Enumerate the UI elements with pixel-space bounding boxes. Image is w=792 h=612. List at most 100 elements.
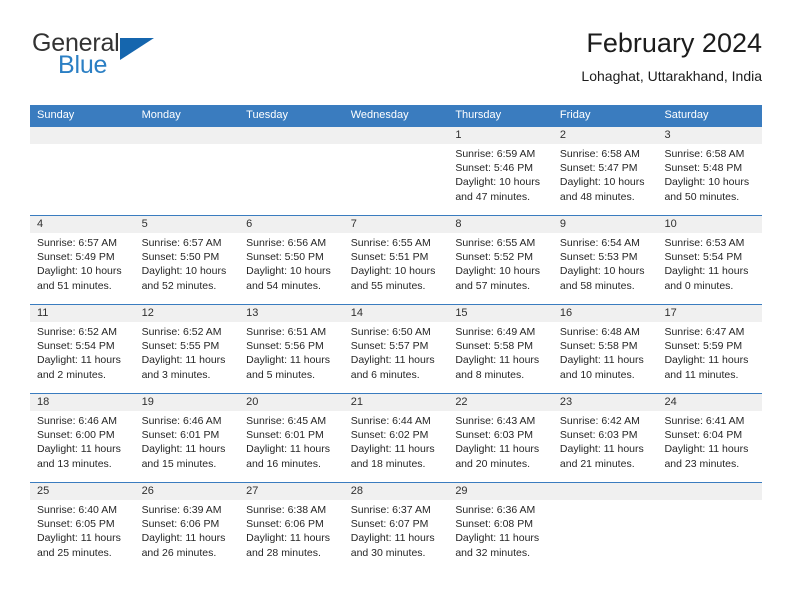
day-number-band: [343, 127, 449, 144]
sunrise-text: Sunrise: 6:38 AM: [246, 504, 327, 516]
day-details: [135, 144, 240, 147]
day-number-band: 10: [657, 216, 763, 233]
day-cell[interactable]: [657, 483, 763, 571]
day-cell[interactable]: [239, 127, 344, 215]
day-details: Sunrise: 6:37 AM Sunset: 6:07 PM Dayligh…: [344, 500, 449, 560]
page-header: General Blue February 2024 Lohaghat, Utt…: [30, 26, 762, 100]
day-number-band: [239, 127, 344, 144]
day-cell[interactable]: 28 Sunrise: 6:37 AM Sunset: 6:07 PM Dayl…: [343, 483, 449, 571]
day-number-band: 26: [134, 483, 240, 500]
day-number-band: 8: [448, 216, 553, 233]
day-cell[interactable]: 10 Sunrise: 6:53 AM Sunset: 5:54 PM Dayl…: [657, 216, 763, 304]
day-number-band: 1: [448, 127, 553, 144]
daylight-text-line1: Daylight: 10 hours: [559, 265, 645, 278]
daylight-text-line2: and 16 minutes.: [246, 457, 321, 470]
day-cell[interactable]: [30, 127, 135, 215]
general-blue-logo[interactable]: General Blue: [30, 30, 250, 90]
day-number: 17: [664, 307, 677, 319]
daylight-text-line1: Daylight: 11 hours: [664, 443, 749, 456]
daylight-text-line1: Daylight: 11 hours: [141, 354, 226, 367]
day-number: 13: [246, 307, 259, 319]
sunrise-text: Sunrise: 6:55 AM: [350, 237, 431, 249]
day-cell[interactable]: 25 Sunrise: 6:40 AM Sunset: 6:05 PM Dayl…: [30, 483, 135, 571]
day-cell[interactable]: 13 Sunrise: 6:51 AM Sunset: 5:56 PM Dayl…: [239, 305, 344, 393]
day-number: 11: [37, 307, 49, 319]
day-cell[interactable]: 6 Sunrise: 6:56 AM Sunset: 5:50 PM Dayli…: [239, 216, 344, 304]
day-details: Sunrise: 6:39 AM Sunset: 6:06 PM Dayligh…: [135, 500, 240, 560]
day-number-band: 2: [552, 127, 658, 144]
sunrise-text: Sunrise: 6:44 AM: [350, 415, 431, 427]
day-details: Sunrise: 6:55 AM Sunset: 5:51 PM Dayligh…: [344, 233, 449, 293]
day-number: 24: [664, 396, 677, 408]
day-cell[interactable]: 27 Sunrise: 6:38 AM Sunset: 6:06 PM Dayl…: [239, 483, 344, 571]
day-cell[interactable]: 5 Sunrise: 6:57 AM Sunset: 5:50 PM Dayli…: [134, 216, 240, 304]
sunset-text: Sunset: 5:50 PM: [246, 251, 324, 264]
sunrise-text: Sunrise: 6:57 AM: [37, 237, 117, 249]
day-number-band: 17: [657, 305, 763, 322]
week-row: 25 Sunrise: 6:40 AM Sunset: 6:05 PM Dayl…: [30, 482, 763, 571]
day-cell[interactable]: 29 Sunrise: 6:36 AM Sunset: 6:08 PM Dayl…: [448, 483, 553, 571]
day-cell[interactable]: 16 Sunrise: 6:48 AM Sunset: 5:58 PM Dayl…: [552, 305, 658, 393]
day-number: 9: [559, 218, 567, 230]
day-cell[interactable]: 21 Sunrise: 6:44 AM Sunset: 6:02 PM Dayl…: [343, 394, 449, 482]
day-cell[interactable]: 15 Sunrise: 6:49 AM Sunset: 5:58 PM Dayl…: [448, 305, 553, 393]
sunset-text: Sunset: 6:01 PM: [141, 429, 220, 442]
day-cell[interactable]: 1 Sunrise: 6:59 AM Sunset: 5:46 PM Dayli…: [448, 127, 553, 215]
sunset-text: Sunset: 5:58 PM: [559, 340, 638, 353]
sunrise-text: Sunrise: 6:43 AM: [455, 415, 536, 427]
day-details: Sunrise: 6:38 AM Sunset: 6:06 PM Dayligh…: [239, 500, 344, 560]
day-number: 29: [455, 485, 468, 497]
day-number: 25: [37, 485, 50, 497]
day-cell[interactable]: 9 Sunrise: 6:54 AM Sunset: 5:53 PM Dayli…: [552, 216, 658, 304]
day-cell[interactable]: 24 Sunrise: 6:41 AM Sunset: 6:04 PM Dayl…: [657, 394, 763, 482]
day-cell[interactable]: 17 Sunrise: 6:47 AM Sunset: 5:59 PM Dayl…: [657, 305, 763, 393]
day-number-band: [134, 127, 240, 144]
day-number-band: 28: [343, 483, 449, 500]
day-number-band: 15: [448, 305, 553, 322]
day-cell[interactable]: 4 Sunrise: 6:57 AM Sunset: 5:49 PM Dayli…: [30, 216, 135, 304]
day-cell[interactable]: 23 Sunrise: 6:42 AM Sunset: 6:03 PM Dayl…: [552, 394, 658, 482]
day-cell[interactable]: 2 Sunrise: 6:58 AM Sunset: 5:47 PM Dayli…: [552, 127, 658, 215]
day-cell[interactable]: [134, 127, 240, 215]
daylight-text-line2: and 11 minutes.: [664, 368, 739, 381]
sunrise-text: Sunrise: 6:47 AM: [664, 326, 745, 338]
sunset-text: Sunset: 5:52 PM: [455, 251, 533, 264]
day-cell[interactable]: 8 Sunrise: 6:55 AM Sunset: 5:52 PM Dayli…: [448, 216, 553, 304]
sunrise-text: Sunrise: 6:40 AM: [37, 504, 117, 516]
sunrise-text: Sunrise: 6:46 AM: [37, 415, 117, 427]
day-cell[interactable]: 20 Sunrise: 6:45 AM Sunset: 6:01 PM Dayl…: [239, 394, 344, 482]
sunset-text: Sunset: 5:59 PM: [664, 340, 743, 353]
day-number: 22: [455, 396, 468, 408]
day-number: 10: [664, 218, 677, 230]
sunset-text: Sunset: 6:08 PM: [455, 518, 533, 531]
weekday-header-saturday: Saturday: [664, 109, 709, 121]
sunset-text: Sunset: 5:58 PM: [455, 340, 533, 353]
day-number: 7: [350, 218, 357, 230]
weekday-header-row: Sunday Monday Tuesday Wednesday Thursday…: [30, 105, 762, 126]
day-cell[interactable]: 19 Sunrise: 6:46 AM Sunset: 6:01 PM Dayl…: [134, 394, 240, 482]
day-cell[interactable]: 3 Sunrise: 6:58 AM Sunset: 5:48 PM Dayli…: [657, 127, 763, 215]
daylight-text-line2: and 3 minutes.: [141, 368, 211, 381]
sunrise-text: Sunrise: 6:39 AM: [141, 504, 222, 516]
day-cell[interactable]: 26 Sunrise: 6:39 AM Sunset: 6:06 PM Dayl…: [134, 483, 240, 571]
day-cell[interactable]: [552, 483, 658, 571]
day-cell[interactable]: 14 Sunrise: 6:50 AM Sunset: 5:57 PM Dayl…: [343, 305, 449, 393]
day-number-band: [552, 483, 658, 500]
day-cell[interactable]: 18 Sunrise: 6:46 AM Sunset: 6:00 PM Dayl…: [30, 394, 135, 482]
day-cell[interactable]: 12 Sunrise: 6:52 AM Sunset: 5:55 PM Dayl…: [134, 305, 240, 393]
sunset-text: Sunset: 6:04 PM: [664, 429, 743, 442]
day-cell[interactable]: 11 Sunrise: 6:52 AM Sunset: 5:54 PM Dayl…: [30, 305, 135, 393]
sunset-text: Sunset: 5:49 PM: [37, 251, 115, 264]
daylight-text-line2: and 28 minutes.: [246, 546, 321, 559]
daylight-text-line2: and 32 minutes.: [455, 546, 531, 559]
sunrise-text: Sunrise: 6:58 AM: [664, 148, 745, 160]
sunset-text: Sunset: 5:53 PM: [559, 251, 638, 264]
day-cell[interactable]: 22 Sunrise: 6:43 AM Sunset: 6:03 PM Dayl…: [448, 394, 553, 482]
day-cell[interactable]: 7 Sunrise: 6:55 AM Sunset: 5:51 PM Dayli…: [343, 216, 449, 304]
daylight-text-line2: and 48 minutes.: [559, 190, 635, 203]
day-number-band: 23: [552, 394, 658, 411]
day-cell[interactable]: [343, 127, 449, 215]
sunset-text: Sunset: 6:05 PM: [37, 518, 115, 531]
sunset-text: Sunset: 6:03 PM: [455, 429, 533, 442]
day-details: Sunrise: 6:53 AM Sunset: 5:54 PM Dayligh…: [657, 233, 762, 293]
